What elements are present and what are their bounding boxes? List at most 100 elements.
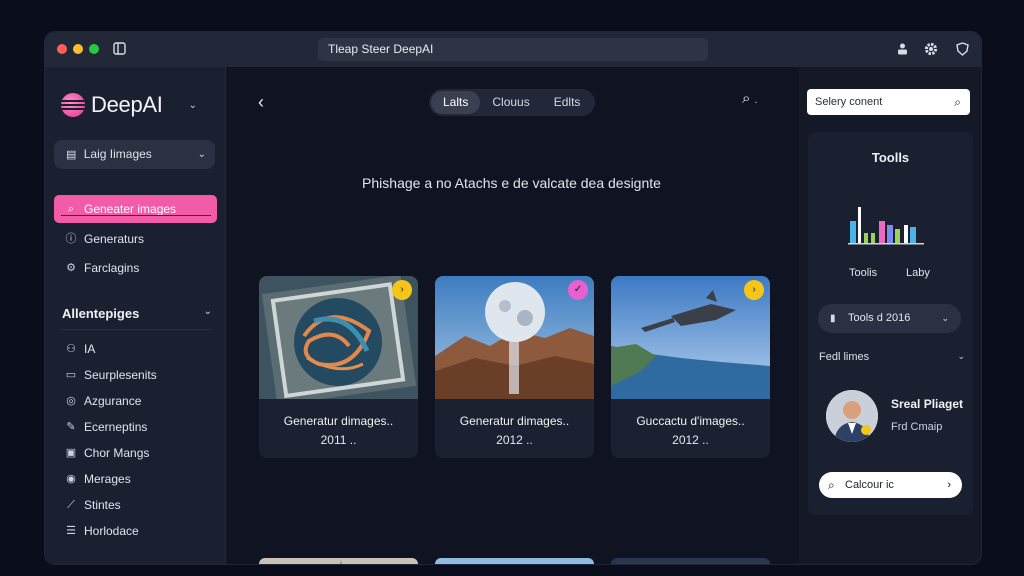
tools-label: Laby <box>906 267 930 279</box>
sidebar-item-chor-mangs[interactable]: ▣ Chor Mangs <box>54 439 217 467</box>
card-image <box>259 558 418 564</box>
sidebar-item-farclagins[interactable]: ⚙ Farclagins <box>54 254 217 282</box>
sidebar-item-label: Chor Mangs <box>84 446 150 460</box>
sidebar-item-stintes[interactable]: ⟋ Stintes <box>54 491 217 519</box>
chevron-down-icon: ⌄ <box>197 149 206 160</box>
chevron-down-icon[interactable]: ⌄ <box>189 100 197 111</box>
sidebar-item-merages[interactable]: ◉ Merages <box>54 465 217 493</box>
chevron-down-icon: ⌄ <box>957 351 965 361</box>
chevron-right-icon: › <box>947 479 951 491</box>
image-card[interactable] <box>259 558 418 564</box>
divider <box>61 215 211 216</box>
tools-title: Toolls <box>871 150 910 165</box>
tools-year-select[interactable]: ▮ Tools d 2016 ⌄ <box>818 304 961 333</box>
chevron-down-icon: ⌄ <box>203 306 212 317</box>
search-icon[interactable]: ⌕ <box>954 89 961 115</box>
brand-name: DeepAI <box>91 92 163 117</box>
sidebar-item-horlodace[interactable]: ☰ Horlodace <box>54 517 217 545</box>
right-panel: Selery conent ⌕ Toolls Toolis Laby ▮ Too… <box>799 67 981 564</box>
sidebar-item-ecerneptins[interactable]: ✎ Ecerneptins <box>54 413 217 441</box>
avatar[interactable] <box>826 390 878 442</box>
list-icon: ☰ <box>66 525 76 537</box>
app-window: Tleap Steer DeepAI DeepAI ⌄ ▤ Laig Iimag… <box>45 32 981 564</box>
pen-icon: ⟋ <box>67 499 75 511</box>
tools-chart-icon <box>848 207 924 245</box>
image-type-label: Laig Iimages <box>83 147 152 161</box>
info-icon: ⓘ <box>65 233 77 245</box>
window-controls <box>57 44 99 54</box>
select-label: Tools d 2016 <box>848 312 911 324</box>
section-header[interactable]: Allentepiges ⌄ <box>62 306 212 321</box>
user-icon[interactable] <box>895 42 909 56</box>
card-subtitle: 2012 .. <box>672 433 709 447</box>
calendar-icon: ▭ <box>65 369 77 381</box>
badge-icon: › <box>392 280 412 300</box>
badge-icon: ✓ <box>568 280 588 300</box>
people-icon: ⚇ <box>66 343 76 355</box>
sidebar: DeepAI ⌄ ▤ Laig Iimages ⌄ ⌕ Geneater ima… <box>45 67 226 564</box>
sidebar-item-generate-images[interactable]: ⌕ Geneater images <box>54 195 217 223</box>
sidebar-toggle-icon[interactable] <box>112 42 126 56</box>
sidebar-item-label: Farclagins <box>84 261 140 275</box>
sidebar-item-ia[interactable]: ⚇ IA <box>54 335 217 363</box>
feed-lines-row[interactable]: Fedl limes ⌄ <box>819 351 965 363</box>
image-icon: ▤ <box>66 149 77 161</box>
sidebar-item-label: Generaturs <box>84 232 145 246</box>
profile-role: Frd Cmaip <box>891 421 943 433</box>
search-placeholder: Selery conent <box>815 96 883 108</box>
sidebar-item-label: Horlodace <box>84 524 139 538</box>
back-arrow-icon[interactable]: ‹ <box>258 92 264 113</box>
folder-icon: ▮ <box>830 313 836 324</box>
main-content: ‹ Lalts Clouus Edlts ⌕ . Phishage a no A… <box>226 67 799 564</box>
search-input[interactable]: Selery conent ⌕ <box>807 89 970 115</box>
minimize-window-button[interactable] <box>73 44 83 54</box>
section-title: Allentepiges <box>62 306 140 321</box>
chat-icon: ▣ <box>65 447 77 459</box>
brand-logo[interactable]: DeepAI ⌄ <box>61 92 197 118</box>
image-card[interactable] <box>435 558 594 564</box>
gear-icon: ⚙ <box>66 262 76 274</box>
sidebar-item-label: Geneater images <box>84 202 177 216</box>
tools-label: Toolis <box>849 267 878 279</box>
image-type-select[interactable]: ▤ Laig Iimages ⌄ <box>54 140 215 169</box>
gear-icon[interactable] <box>924 42 938 56</box>
card-title: Generatur dimages.. <box>283 414 394 428</box>
card-image <box>611 558 770 564</box>
sidebar-item-label: Ecerneptins <box>84 420 148 434</box>
tab-bar: Lalts Clouus Edlts <box>429 89 595 116</box>
close-window-button[interactable] <box>57 44 67 54</box>
address-bar[interactable]: Tleap Steer DeepAI <box>318 38 708 61</box>
profile-name: Sreal Pliaget <box>891 397 964 411</box>
image-card[interactable]: ✓ Generatur dimages.. 2012 .. <box>435 276 594 458</box>
title-bar: Tleap Steer DeepAI <box>45 32 981 67</box>
tab-edlts[interactable]: Edlts <box>542 91 593 114</box>
globe-icon: ◎ <box>66 395 76 407</box>
tab-clouus[interactable]: Clouus <box>480 91 541 114</box>
image-card[interactable]: › Generatur dimages.. 2011 .. <box>259 276 418 458</box>
shield-icon[interactable] <box>955 42 969 56</box>
tab-lalts[interactable]: Lalts <box>431 91 481 114</box>
edit-icon: ✎ <box>66 421 76 433</box>
sidebar-item-label: Stintes <box>84 498 121 512</box>
avatar-image <box>826 390 878 442</box>
row-label: Fedl limes <box>819 351 870 363</box>
tools-card: Toolls Toolis Laby ▮ Tools d 2016 ⌄ Fedl… <box>808 132 973 515</box>
sidebar-item-label: Seurplesenits <box>84 368 157 382</box>
badge-icon: › <box>744 280 764 300</box>
card-subtitle: 2012 .. <box>496 433 533 447</box>
search-icon[interactable]: ⌕ . <box>742 90 757 107</box>
search-icon: ⌕ <box>67 203 75 215</box>
divider <box>61 329 211 330</box>
sidebar-item-azgurance[interactable]: ◎ Azgurance <box>54 387 217 415</box>
image-card[interactable]: › Guccactu d'images.. 2012 .. <box>611 276 770 458</box>
message-icon: ◉ <box>66 473 76 485</box>
continue-button[interactable]: ⌕ Calcour ic › <box>819 472 962 498</box>
page-heading: Phishage a no Atachs e de valcate dea de… <box>362 175 661 191</box>
maximize-window-button[interactable] <box>89 44 99 54</box>
sidebar-item-label: Merages <box>84 472 131 486</box>
sidebar-item-generators[interactable]: ⓘ Generaturs <box>54 225 217 253</box>
card-title: Guccactu d'images.. <box>636 414 745 428</box>
sidebar-item-seurplesenits[interactable]: ▭ Seurplesenits <box>54 361 217 389</box>
image-card[interactable] <box>611 558 770 564</box>
card-title: Generatur dimages.. <box>459 414 570 428</box>
